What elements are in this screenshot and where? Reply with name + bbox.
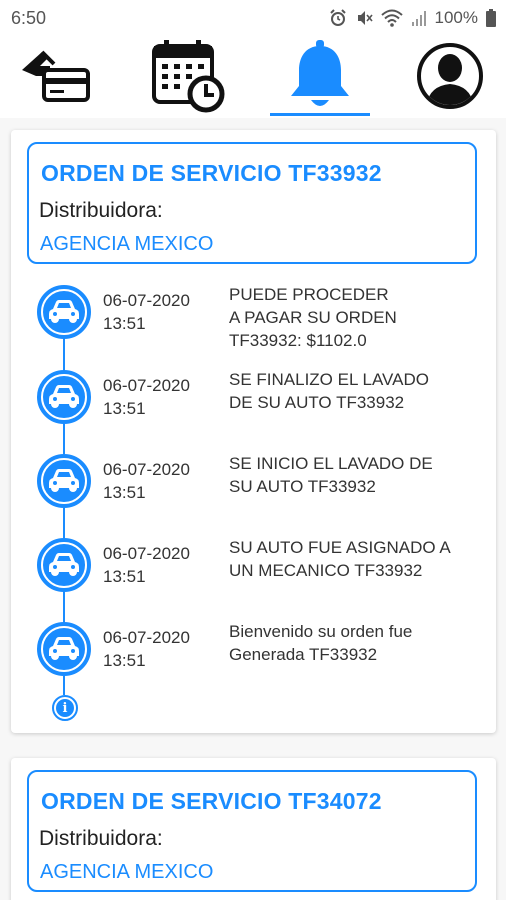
order-header[interactable]: ORDEN DE SERVICIO TF33932 Distribuidora:… xyxy=(27,142,477,264)
order-card: ORDEN DE SERVICIO TF33932 Distribuidora:… xyxy=(11,130,496,733)
signal-icon xyxy=(411,11,426,26)
timeline-item: 06-07-2020 13:51 SE FINALIZO EL LAVADO D… xyxy=(11,370,496,450)
tab-payments[interactable] xyxy=(6,34,106,118)
alarm-icon xyxy=(329,9,346,26)
timeline-item: 06-07-2020 13:51 PUEDE PROCEDER A PAGAR … xyxy=(11,285,496,365)
order-title: ORDEN DE SERVICIO TF33932 xyxy=(41,160,382,186)
order-header[interactable]: ORDEN DE SERVICIO TF34072 Distribuidora:… xyxy=(27,770,477,892)
order-title: ORDEN DE SERVICIO TF34072 xyxy=(41,788,382,814)
event-message: Bienvenido su orden fue Generada TF33932 xyxy=(229,622,413,664)
event-datetime: 06-07-2020 13:51 xyxy=(103,628,190,670)
event-datetime: 06-07-2020 13:51 xyxy=(103,291,190,333)
timeline-item: 06-07-2020 13:51 SU AUTO FUE ASIGNADO A … xyxy=(11,538,496,618)
user-icon xyxy=(417,43,483,109)
distributor-name: AGENCIA MEXICO xyxy=(40,233,214,255)
distributor-label: Distribuidora: xyxy=(39,199,163,222)
info-icon[interactable]: i xyxy=(52,695,78,721)
event-message: SE FINALIZO EL LAVADO DE SU AUTO TF33932 xyxy=(229,370,429,412)
event-message: PUEDE PROCEDER A PAGAR SU ORDEN TF33932:… xyxy=(229,285,397,350)
calendar-clock-icon xyxy=(152,40,225,113)
battery-icon xyxy=(486,9,496,27)
distributor-name: AGENCIA MEXICO xyxy=(40,861,214,883)
event-datetime: 06-07-2020 13:51 xyxy=(103,544,190,586)
bell-icon xyxy=(291,40,349,106)
event-datetime: 06-07-2020 13:51 xyxy=(103,376,190,418)
car-icon xyxy=(37,285,91,339)
distributor-label: Distribuidora: xyxy=(39,827,163,850)
order-card: ORDEN DE SERVICIO TF34072 Distribuidora:… xyxy=(11,758,496,900)
notifications-list[interactable]: ORDEN DE SERVICIO TF33932 Distribuidora:… xyxy=(0,118,506,900)
status-bar: 6:50 100% xyxy=(0,0,506,34)
battery-text: 100% xyxy=(434,8,478,27)
event-datetime: 06-07-2020 13:51 xyxy=(103,460,190,502)
tab-profile[interactable] xyxy=(400,34,500,118)
car-icon xyxy=(37,454,91,508)
car-icon xyxy=(37,370,91,424)
timeline-item: 06-07-2020 13:51 Bienvenido su orden fue… xyxy=(11,622,496,702)
car-icon xyxy=(37,622,91,676)
card-payment-icon xyxy=(22,50,90,102)
tab-notifications[interactable] xyxy=(270,34,370,118)
event-message: SU AUTO FUE ASIGNADO A UN MECANICO TF339… xyxy=(229,538,451,580)
tab-schedule[interactable] xyxy=(138,34,238,118)
wifi-icon xyxy=(380,9,403,27)
status-icons: 100% xyxy=(329,8,496,28)
status-time: 6:50 xyxy=(11,8,47,28)
event-message: SE INICIO EL LAVADO DE SU AUTO TF33932 xyxy=(229,454,433,496)
timeline-item: 06-07-2020 13:51 SE INICIO EL LAVADO DE … xyxy=(11,454,496,534)
mute-icon xyxy=(357,11,373,25)
tab-bar xyxy=(0,34,506,119)
car-icon xyxy=(37,538,91,592)
active-tab-indicator xyxy=(270,113,370,116)
